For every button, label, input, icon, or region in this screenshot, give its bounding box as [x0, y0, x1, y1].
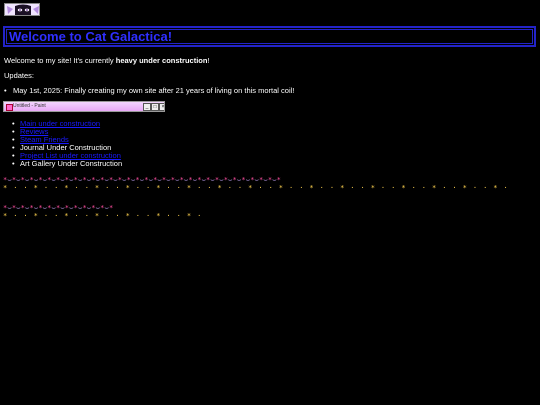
intro-emphasis: heavy under construction	[115, 56, 208, 65]
paint-applet-window[interactable]: Untitled - Paint _ □ ×	[3, 101, 165, 112]
divider-sparkles-row: *··*··*··*··*··*··*··*··*··*··*··*··*··*…	[3, 184, 513, 192]
paint-icon	[6, 104, 13, 111]
updates-list: May 1st, 2025: Finally creating my own s…	[4, 86, 294, 96]
site-banner-image	[4, 3, 40, 16]
intro-text-end: !	[207, 56, 210, 65]
decorative-divider-bottom: *⌣*⌣*⌣*⌣*⌣*⌣*⌣*⌣*⌣*⌣*⌣*⌣* *··*··*··*··*·…	[3, 204, 207, 222]
divider-stars-row: *⌣*⌣*⌣*⌣*⌣*⌣*⌣*⌣*⌣*⌣*⌣*⌣*⌣*⌣*⌣*⌣*⌣*⌣*⌣*⌣…	[3, 176, 281, 184]
divider-sparkles-row: *··*··*··*··*··*··*··*··*	[3, 212, 207, 220]
divider-stars-row: *⌣*⌣*⌣*⌣*⌣*⌣*⌣*⌣*⌣*⌣*⌣*⌣*	[3, 204, 114, 212]
decorative-divider-top: *⌣*⌣*⌣*⌣*⌣*⌣*⌣*⌣*⌣*⌣*⌣*⌣*⌣*⌣*⌣*⌣*⌣*⌣*⌣*⌣…	[3, 176, 513, 194]
page-title: Welcome to Cat Galactica!	[9, 29, 173, 44]
nav-item-art-gallery: Art Gallery Under Construction	[12, 159, 123, 169]
intro-text-start: Welcome to my site! It's currently	[4, 56, 116, 65]
close-icon[interactable]: ×	[159, 103, 164, 111]
updates-heading: Updates:	[4, 71, 35, 80]
minimize-icon[interactable]: _	[143, 103, 151, 111]
page-title-box: Welcome to Cat Galactica!	[3, 26, 536, 47]
nav-text-art-gallery: Art Gallery Under Construction	[20, 159, 123, 168]
site-nav-list: Main under construction Reviews Steam Fr…	[12, 120, 123, 169]
maximize-icon[interactable]: □	[151, 103, 159, 111]
intro-text: Welcome to my site! It's currently heavy…	[4, 56, 210, 66]
update-item: May 1st, 2025: Finally creating my own s…	[4, 86, 294, 96]
paint-window-title: Untitled - Paint	[13, 103, 46, 109]
